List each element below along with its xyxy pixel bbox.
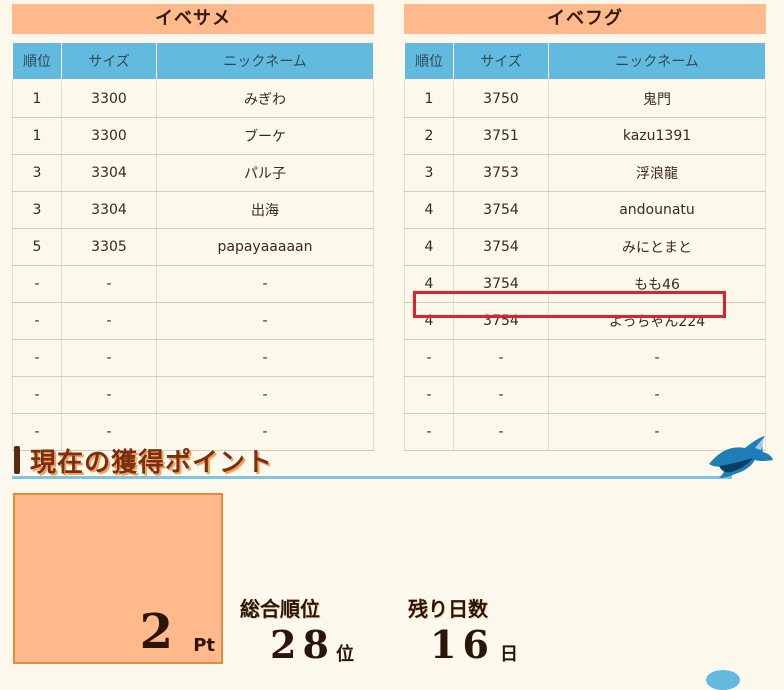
header-size: サイズ bbox=[61, 42, 157, 81]
rank-cell: 1 bbox=[404, 79, 454, 118]
table-row: --- bbox=[404, 376, 766, 414]
rank-cell: 4 bbox=[404, 302, 454, 340]
rank-cell: 4 bbox=[404, 191, 454, 229]
rank-cell: 1 bbox=[12, 79, 62, 118]
nickname-cell: パル子 bbox=[156, 154, 374, 192]
nickname-cell: kazu1391 bbox=[548, 117, 766, 155]
table-row: 4 3754 みにとまと bbox=[404, 228, 766, 266]
overall-rank-value: 28 bbox=[270, 622, 335, 667]
nickname-cell: みにとまと bbox=[548, 228, 766, 266]
overall-rank-unit: 位 bbox=[336, 644, 354, 665]
rank-cell: 4 bbox=[404, 228, 454, 266]
size-cell: - bbox=[61, 339, 157, 377]
table-row: --- bbox=[404, 339, 766, 377]
rank-cell: 3 bbox=[404, 154, 454, 192]
rank-cell: - bbox=[404, 339, 454, 377]
size-cell: 3305 bbox=[61, 228, 157, 266]
nickname-cell: - bbox=[156, 376, 374, 414]
table-row: 5 3305 papayaaaaan bbox=[12, 228, 374, 266]
rank-cell: - bbox=[404, 376, 454, 414]
rank-cell: 3 bbox=[12, 191, 62, 229]
size-cell: 3300 bbox=[61, 117, 157, 155]
left-ranking-panel: イベサメ 順位 サイズ ニックネーム 1 3300 みぎわ 1 3300 ブーケ 3 3304… bbox=[12, 4, 374, 451]
rank-cell: 2 bbox=[404, 117, 454, 155]
size-cell: 3754 bbox=[453, 302, 549, 340]
table-row: 4 3754 もも46 bbox=[404, 265, 766, 303]
size-cell: 3754 bbox=[453, 265, 549, 303]
table-row: 1 3300 ブーケ bbox=[12, 117, 374, 155]
size-cell: - bbox=[61, 265, 157, 303]
left-ranking-table: 順位 サイズ ニックネーム 1 3300 みぎわ 1 3300 ブーケ 3 3304 パル子 3 3… bbox=[12, 42, 374, 451]
size-cell: 3750 bbox=[453, 79, 549, 118]
header-nickname: ニックネーム bbox=[156, 42, 374, 81]
table-row: 3 3753 浮浪龍 bbox=[404, 154, 766, 192]
rank-cell: 1 bbox=[12, 117, 62, 155]
rank-cell: - bbox=[12, 376, 62, 414]
size-cell: 3300 bbox=[61, 79, 157, 118]
table-row: --- bbox=[12, 302, 374, 340]
points-section-heading: 現在の獲得ポイント bbox=[12, 440, 772, 480]
size-cell: 3304 bbox=[61, 154, 157, 192]
rank-cell: - bbox=[12, 339, 62, 377]
size-cell: - bbox=[61, 376, 157, 414]
heading-underline bbox=[12, 476, 732, 479]
nickname-cell: - bbox=[548, 376, 766, 414]
table-row: 1 3750 鬼門 bbox=[404, 79, 766, 118]
size-cell: 3753 bbox=[453, 154, 549, 192]
rank-cell: - bbox=[12, 265, 62, 303]
size-cell: 3754 bbox=[453, 191, 549, 229]
table-row: 3 3304 パル子 bbox=[12, 154, 374, 192]
nickname-cell: - bbox=[156, 339, 374, 377]
nickname-cell: 鬼門 bbox=[548, 79, 766, 118]
heading-bar bbox=[14, 446, 20, 474]
nickname-cell: - bbox=[548, 339, 766, 377]
nickname-cell: ブーケ bbox=[156, 117, 374, 155]
nickname-cell: 浮浪龍 bbox=[548, 154, 766, 192]
days-left-value: 16 bbox=[430, 622, 495, 667]
points-unit: Pt bbox=[193, 635, 215, 656]
size-cell: - bbox=[453, 376, 549, 414]
points-box: 2 Pt bbox=[13, 493, 223, 664]
nickname-cell: 出海 bbox=[156, 191, 374, 229]
points-heading-text: 現在の獲得ポイント bbox=[30, 448, 274, 478]
rank-cell: 3 bbox=[12, 154, 62, 192]
table-row: --- bbox=[12, 265, 374, 303]
table-row: 2 3751 kazu1391 bbox=[404, 117, 766, 155]
right-ranking-panel: イベフグ 順位 サイズ ニックネーム 1 3750 鬼門 2 3751 kazu1391 3… bbox=[404, 4, 766, 451]
nickname-cell: - bbox=[156, 302, 374, 340]
days-left-label: 残り日数 bbox=[408, 597, 488, 621]
right-ranking-table: 順位 サイズ ニックネーム 1 3750 鬼門 2 3751 kazu1391 3 3753 浮… bbox=[404, 42, 766, 451]
days-left-unit: 日 bbox=[500, 644, 518, 665]
decorative-circle bbox=[706, 670, 740, 690]
nickname-cell: papayaaaaan bbox=[156, 228, 374, 266]
header-rank: 順位 bbox=[12, 42, 62, 81]
rank-cell: 4 bbox=[404, 265, 454, 303]
rank-cell: - bbox=[12, 302, 62, 340]
nickname-cell: よっちゃん224 bbox=[548, 302, 766, 340]
table-row: 4 3754 andounatu bbox=[404, 191, 766, 229]
header-rank: 順位 bbox=[404, 42, 454, 81]
left-panel-title: イベサメ bbox=[12, 4, 374, 34]
shark-icon bbox=[709, 436, 773, 478]
size-cell: - bbox=[61, 302, 157, 340]
size-cell: 3754 bbox=[453, 228, 549, 266]
table-row: 4 3754 よっちゃん224 bbox=[404, 302, 766, 340]
table-row: 3 3304 出海 bbox=[12, 191, 374, 229]
size-cell: 3304 bbox=[61, 191, 157, 229]
size-cell: - bbox=[453, 339, 549, 377]
header-nickname: ニックネーム bbox=[548, 42, 766, 81]
points-value: 2 bbox=[139, 604, 173, 660]
table-row: 1 3300 みぎわ bbox=[12, 79, 374, 118]
overall-rank-label: 総合順位 bbox=[240, 597, 320, 621]
header-size: サイズ bbox=[453, 42, 549, 81]
table-row: --- bbox=[12, 339, 374, 377]
nickname-cell: andounatu bbox=[548, 191, 766, 229]
rank-cell: 5 bbox=[12, 228, 62, 266]
nickname-cell: もも46 bbox=[548, 265, 766, 303]
nickname-cell: みぎわ bbox=[156, 79, 374, 118]
right-panel-title: イベフグ bbox=[404, 4, 766, 34]
size-cell: 3751 bbox=[453, 117, 549, 155]
table-row: --- bbox=[12, 376, 374, 414]
nickname-cell: - bbox=[156, 265, 374, 303]
